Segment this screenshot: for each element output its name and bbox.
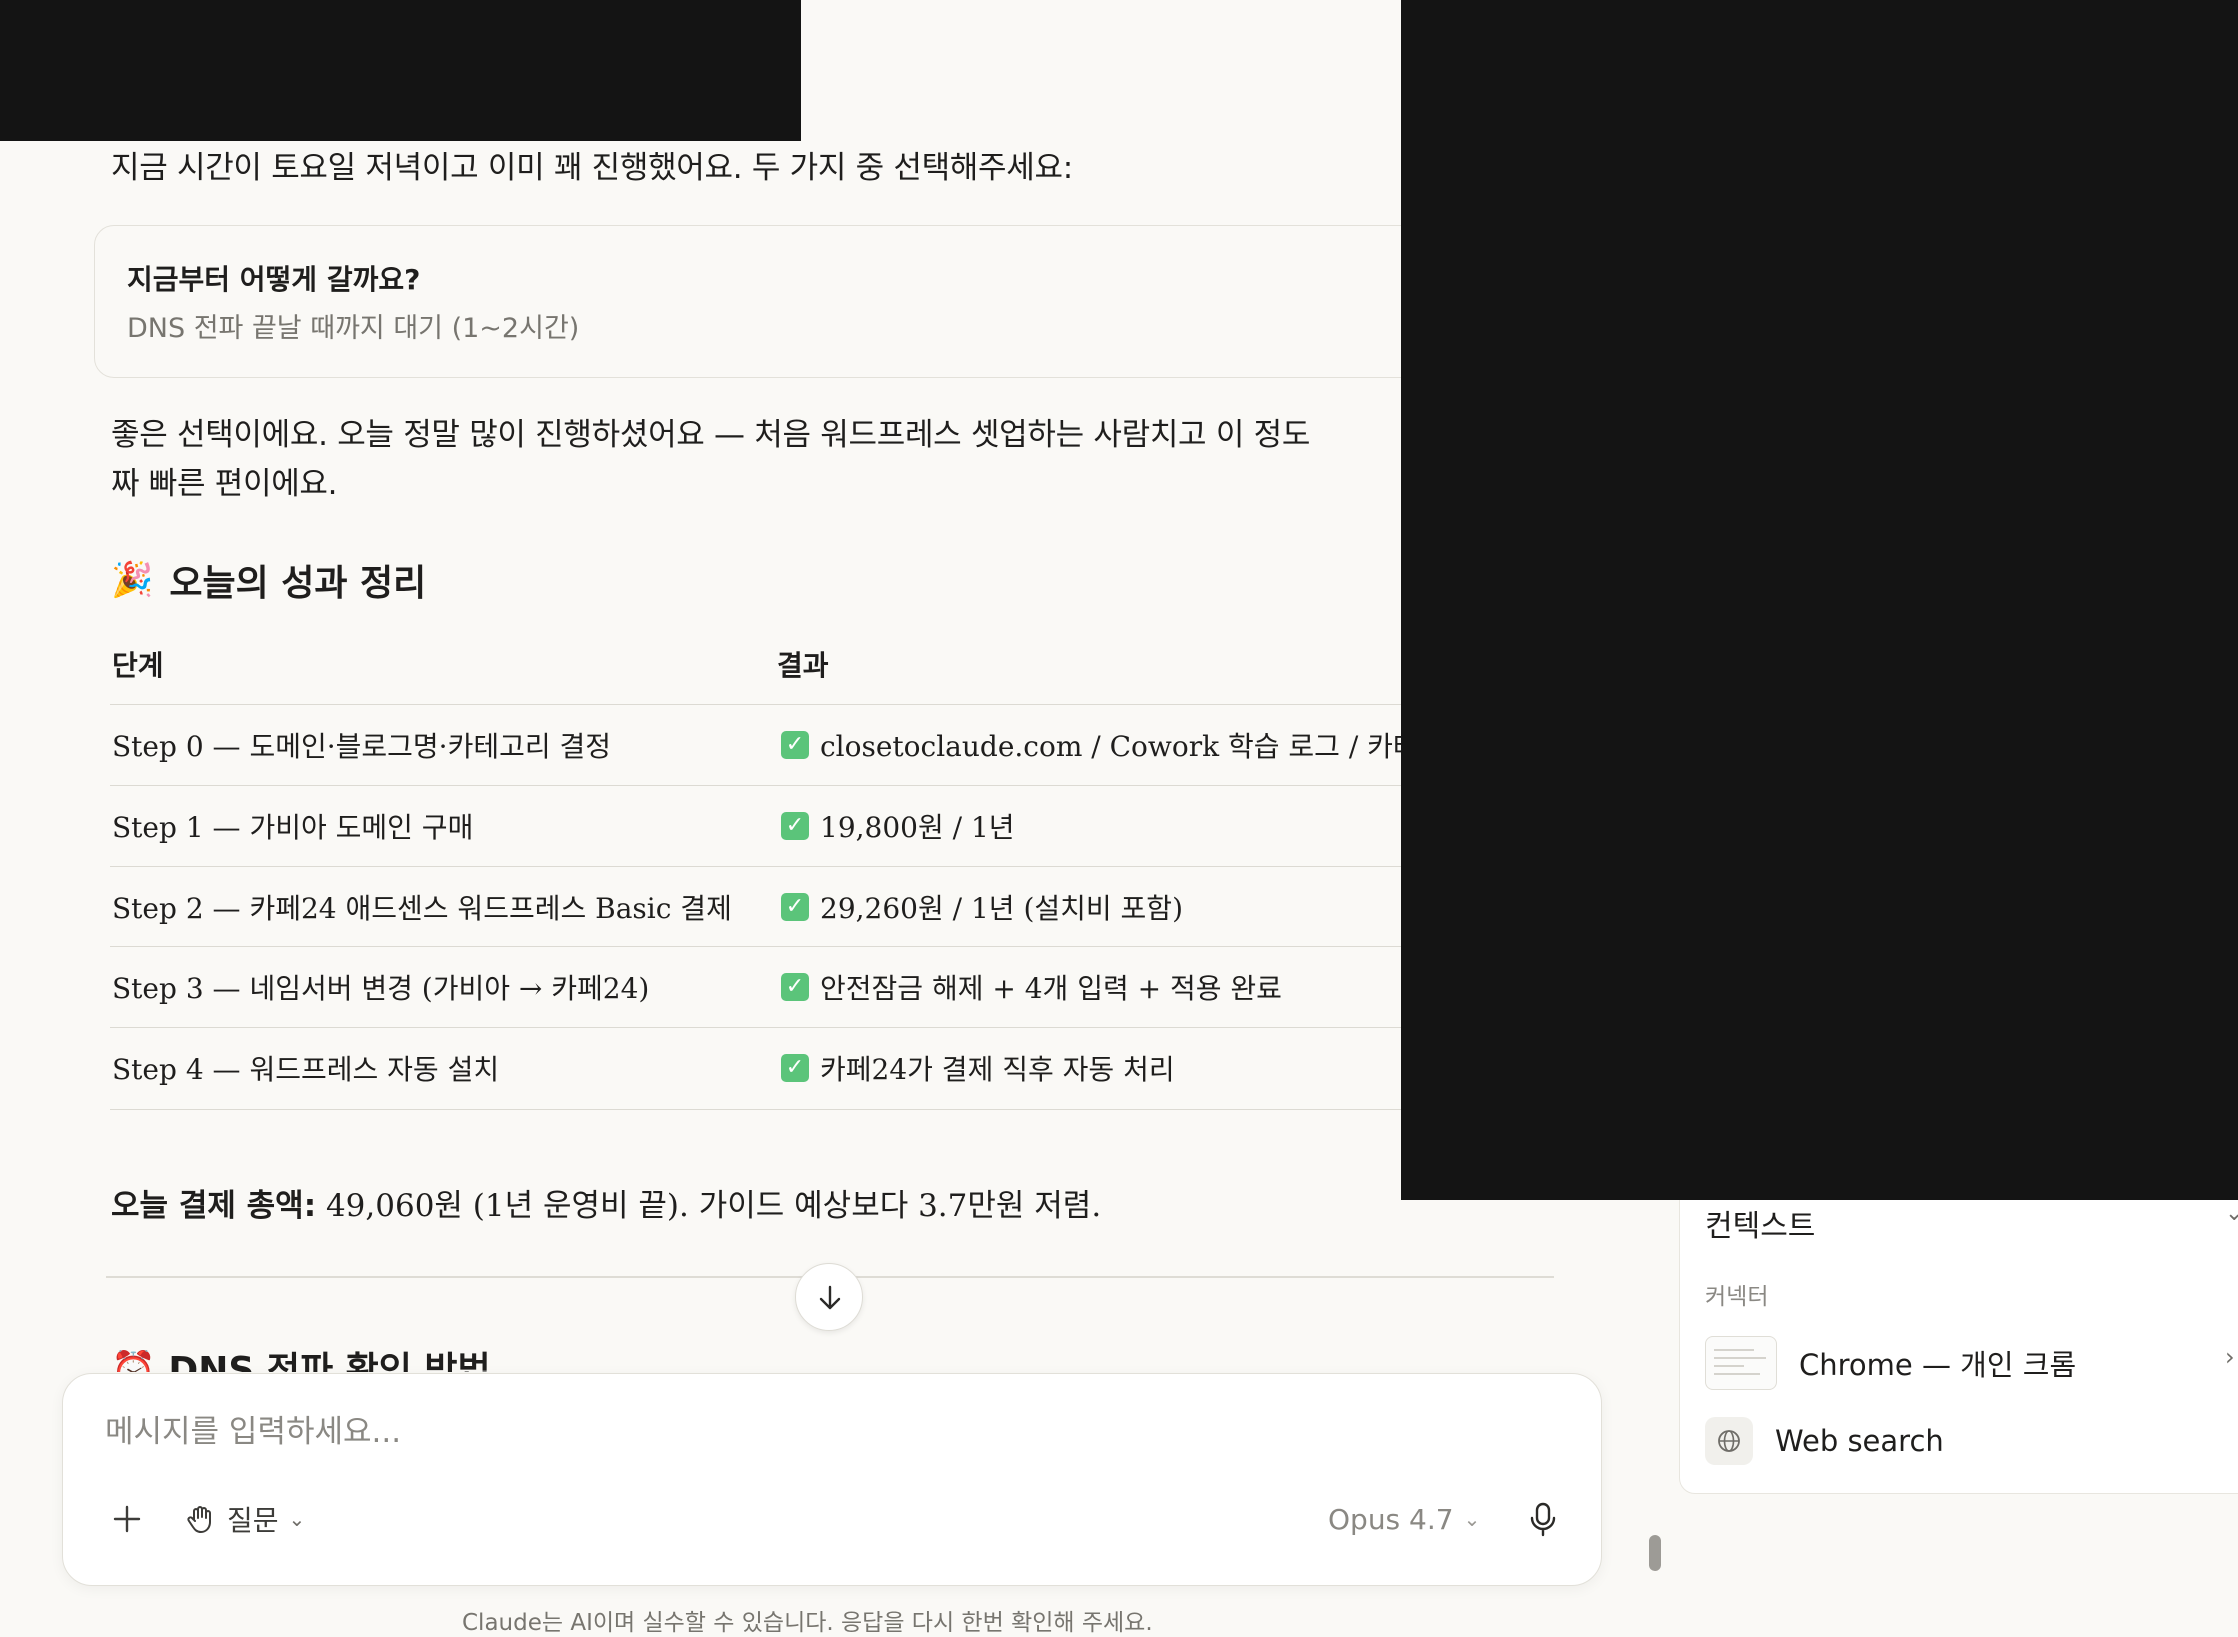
model-label: Opus 4.7 [1328,1502,1454,1536]
dns-check-heading: ⏰ DNS 전파 확인 방법 [111,1346,491,1372]
voice-input-button[interactable] [1518,1494,1568,1544]
result-text: 29,260원 / 1년 (설치비 포함) [820,892,1183,925]
result-cell: ✓ 29,260원 / 1년 (설치비 포함) [781,887,1183,927]
chevron-right-icon[interactable]: › [2225,1343,2235,1371]
scrollbar-thumb[interactable] [1649,1535,1661,1571]
plus-icon [113,1505,141,1533]
step-cell: Step 3 — 네임서버 변경 (가비아 → 카페24) [112,972,650,1005]
summary-heading: 🎉 오늘의 성과 정리 [111,554,426,606]
payment-total-text: 49,060원 (1년 운영비 끝). 가이드 예상보다 3.7만원 저렴. [316,1188,1102,1224]
connector-label: Chrome — 개인 크롬 [1799,1348,2077,1382]
result-text: closetoclaude.com / Cowork 학습 로그 / 카테고 [820,730,1445,763]
result-cell: ✓ 안전잠금 해제 + 4개 입력 + 적용 완료 [781,967,1282,1007]
intro-text: 지금 시간이 토요일 저녁이고 이미 꽤 진행했어요. 두 가지 중 선택해주세… [111,150,1073,186]
dns-check-heading-text: DNS 전파 확인 방법 [168,1350,491,1372]
redacted-area [0,0,801,141]
arrow-down-icon [819,1285,841,1310]
disclaimer-text: Claude는 AI이며 실수할 수 있습니다. 응답을 다시 한번 확인해 주… [462,1610,1153,1636]
browser-thumbnail-icon [1705,1336,1777,1390]
redacted-area [1401,0,2238,1200]
model-selector[interactable]: Opus 4.7 ⌄ [1328,1497,1480,1541]
connectors-section-label: 커넥터 [1705,1284,1769,1310]
table-row: Step 2 — 카페24 애드센스 워드프레스 Basic 결제 ✓ 29,2… [110,866,1510,948]
payment-total-label: 오늘 결제 총액: [111,1188,317,1224]
mode-selector[interactable]: 질문 ⌄ [183,1497,305,1541]
result-text: 안전잠금 해제 + 4개 입력 + 적용 완료 [820,972,1282,1005]
party-popper-icon: 🎉 [111,560,154,600]
step-cell: Step 0 — 도메인·블로그명·카테고리 결정 [112,730,612,763]
check-icon: ✓ [781,973,809,1001]
step-cell: Step 1 — 가비아 도메인 구매 [112,811,474,844]
result-text: 카페24가 결제 직후 자동 처리 [820,1053,1175,1086]
message-composer: 질문 ⌄ Opus 4.7 ⌄ [62,1373,1602,1586]
question-card: 지금부터 어떻게 갈까요? DNS 전파 끝날 때까지 대기 (1~2시간) [94,225,1594,378]
reply-text-line-2: 짜 빠른 편이에요. [111,466,338,502]
check-icon: ✓ [781,1054,809,1082]
chevron-down-icon[interactable]: ⌄ [2225,1201,2238,1226]
result-cell: ✓ 카페24가 결제 직후 자동 처리 [781,1048,1175,1088]
table-header-step: 단계 [112,649,164,682]
question-title: 지금부터 어떻게 갈까요? [127,263,421,296]
connector-web-search[interactable]: Web search [1705,1417,1944,1465]
alarm-clock-icon: ⏰ [111,1350,156,1372]
question-answer: DNS 전파 끝날 때까지 대기 (1~2시간) [127,313,580,344]
scroll-to-bottom-button[interactable] [795,1263,863,1331]
table-header-result: 결과 [777,649,829,682]
connector-chrome[interactable]: Chrome — 개인 크롬 [1705,1336,2076,1390]
chat-area: 지금 시간이 토요일 저녁이고 이미 꽤 진행했어요. 두 가지 중 선택해주세… [0,0,1620,1636]
connector-label: Web search [1775,1424,1944,1458]
table-row: Step 3 — 네임서버 변경 (가비아 → 카페24) ✓ 안전잠금 해제 … [110,946,1510,1028]
result-cell: ✓ 19,800원 / 1년 [781,806,1015,846]
chevron-down-icon: ⌄ [1463,1507,1481,1531]
hand-icon [187,1506,211,1533]
payment-total: 오늘 결제 총액: 49,060원 (1년 운영비 끝). 가이드 예상보다 3… [111,1180,1101,1225]
context-panel-title: 컨텍스트 [1705,1209,1816,1244]
context-panel: 컨텍스트 ⌄ 커넥터 Chrome — 개인 크롬 › Web search [1679,1180,2238,1494]
reply-text-line-1: 좋은 선택이에요. 오늘 정말 많이 진행하셨어요 — 처음 워드프레스 셋업하… [111,417,1311,453]
result-cell: ✓ closetoclaude.com / Cowork 학습 로그 / 카테고 [781,725,1444,765]
microphone-icon [1530,1502,1556,1537]
table-row: Step 1 — 가비아 도메인 구매 ✓ 19,800원 / 1년 [110,785,1510,867]
chevron-down-icon: ⌄ [288,1507,306,1531]
summary-heading-text: 오늘의 성과 정리 [169,563,427,604]
step-cell: Step 2 — 카페24 애드센스 워드프레스 Basic 결제 [112,892,732,925]
check-icon: ✓ [781,893,809,921]
result-text: 19,800원 / 1년 [820,811,1015,844]
add-attachment-button[interactable] [105,1497,149,1541]
check-icon: ✓ [781,812,809,840]
step-cell: Step 4 — 워드프레스 자동 설치 [112,1053,500,1086]
message-input[interactable] [105,1414,1405,1450]
globe-icon [1705,1417,1753,1465]
table-row: Step 0 — 도메인·블로그명·카테고리 결정 ✓ closetoclaud… [110,704,1510,786]
check-icon: ✓ [781,731,809,759]
table-row: Step 4 — 워드프레스 자동 설치 ✓ 카페24가 결제 직후 자동 처리 [110,1027,1510,1110]
mode-label: 질문 [227,1504,279,1537]
